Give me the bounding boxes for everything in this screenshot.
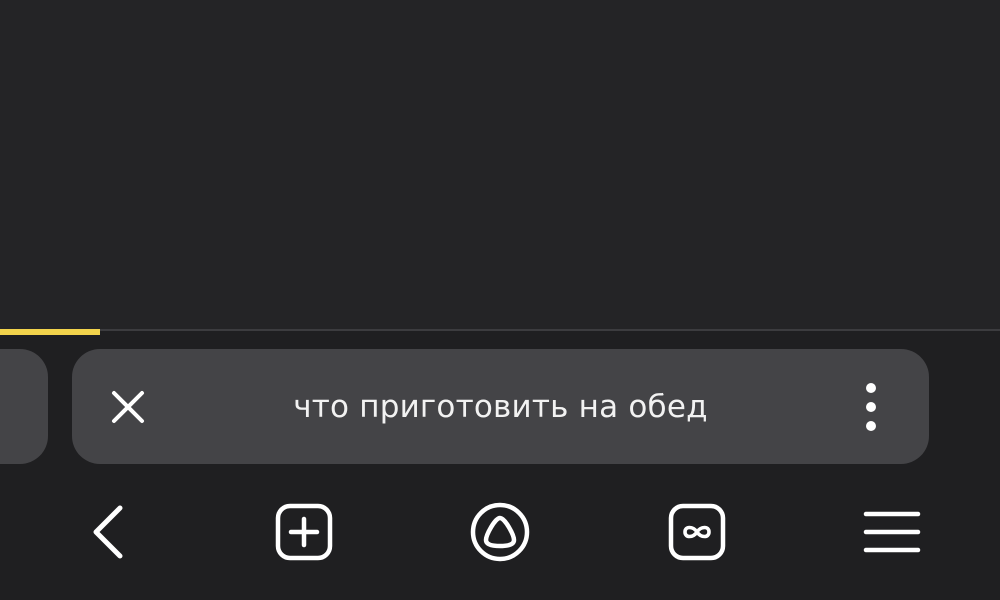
chevron-left-icon bbox=[93, 505, 123, 559]
close-icon bbox=[112, 391, 144, 423]
back-button[interactable] bbox=[72, 500, 144, 564]
tabs-button[interactable] bbox=[661, 500, 733, 564]
omnibox-more-button[interactable] bbox=[843, 379, 899, 435]
omnibox[interactable]: что приготовить на обед bbox=[72, 349, 929, 464]
infinity-tabs-icon bbox=[668, 503, 726, 561]
previous-tab-card[interactable] bbox=[0, 349, 48, 464]
web-page-content[interactable] bbox=[0, 0, 1000, 329]
more-vertical-icon bbox=[866, 383, 876, 431]
menu-button[interactable] bbox=[856, 500, 928, 564]
search-query-text[interactable]: что приготовить на обед bbox=[192, 349, 809, 464]
alice-assistant-icon bbox=[470, 502, 530, 562]
hamburger-menu-icon bbox=[863, 511, 921, 553]
page-load-progress-track bbox=[0, 329, 1000, 331]
clear-query-button[interactable] bbox=[100, 379, 156, 435]
browser-screen: что приготовить на обед bbox=[0, 0, 1000, 600]
new-tab-button[interactable] bbox=[268, 500, 340, 564]
alice-assistant-button[interactable] bbox=[464, 500, 536, 564]
plus-square-icon bbox=[275, 503, 333, 561]
